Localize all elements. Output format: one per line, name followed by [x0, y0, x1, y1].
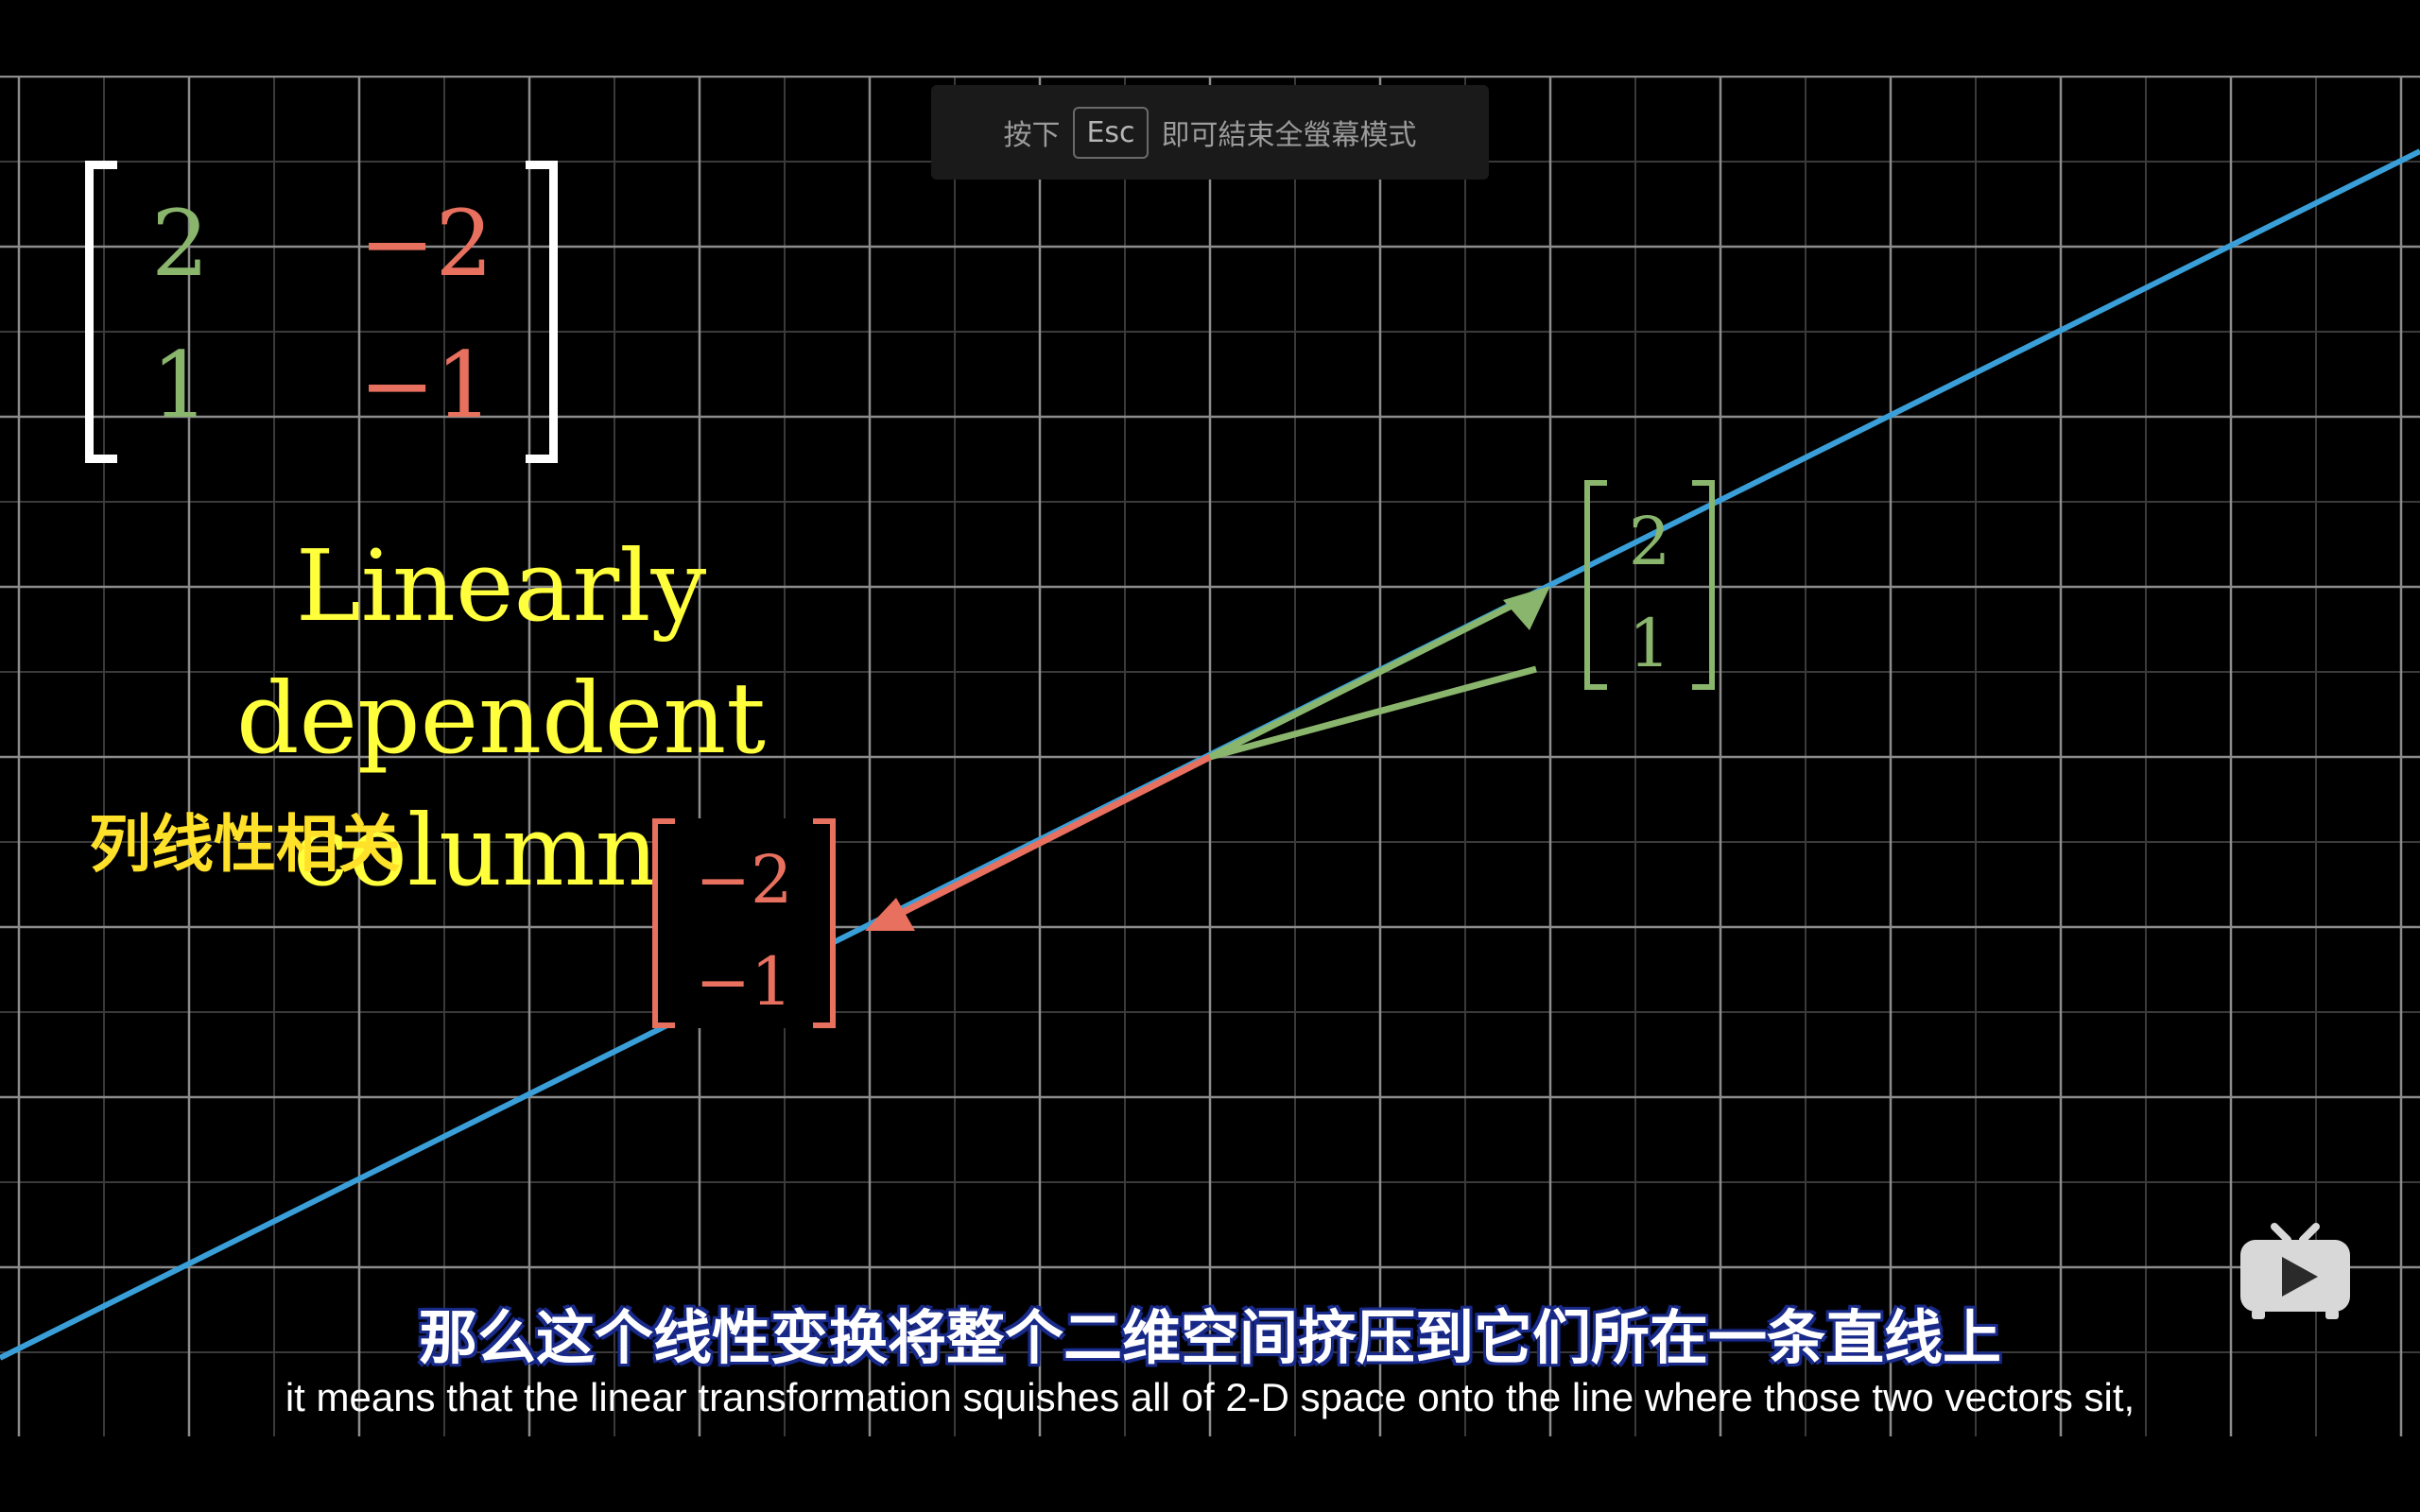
chinese-label: 列线性相关: [89, 808, 401, 881]
subtitle-english: it means that the linear transformation …: [285, 1375, 2135, 1419]
green-vector-top: 2: [1628, 503, 1671, 580]
red-vector-bottom: −1: [695, 943, 793, 1021]
matrix-a21: 1: [151, 333, 210, 438]
fullscreen-exit-hint: 按下 Esc 即可結束全螢幕模式: [931, 85, 1489, 180]
matrix-a12: −2: [359, 191, 493, 297]
matrix-left-bracket: [85, 161, 117, 463]
matrix-a22: −1: [359, 333, 493, 438]
video-frame: 2 −2 1 −1 Linearly dependent columns 列线性…: [0, 76, 2420, 1436]
hint-suffix: 即可結束全螢幕模式: [1161, 119, 1417, 152]
red-vector-top: −2: [695, 841, 793, 919]
video-player[interactable]: 2 −2 1 −1 Linearly dependent columns 列线性…: [0, 0, 2420, 1512]
subtitle-chinese: 那么这个线性变换将整个二维空间挤压到它们所在一条直线上: [418, 1303, 2001, 1372]
matrix: 2 −2 1 −1: [85, 161, 558, 463]
top-letterbox: [0, 0, 2420, 76]
green-column-vector: 2 1: [1584, 480, 1715, 690]
esc-key: Esc: [1073, 106, 1149, 159]
red-column-vector: −2 −1: [652, 818, 836, 1028]
title-line-1: Linearly dependent: [235, 528, 767, 776]
green-vector-bottom: 1: [1628, 605, 1671, 682]
matrix-a11: 2: [151, 191, 210, 297]
bottom-letterbox: [0, 1436, 2420, 1512]
matrix-right-bracket: [526, 161, 558, 463]
hint-prefix: 按下: [1003, 119, 1061, 152]
